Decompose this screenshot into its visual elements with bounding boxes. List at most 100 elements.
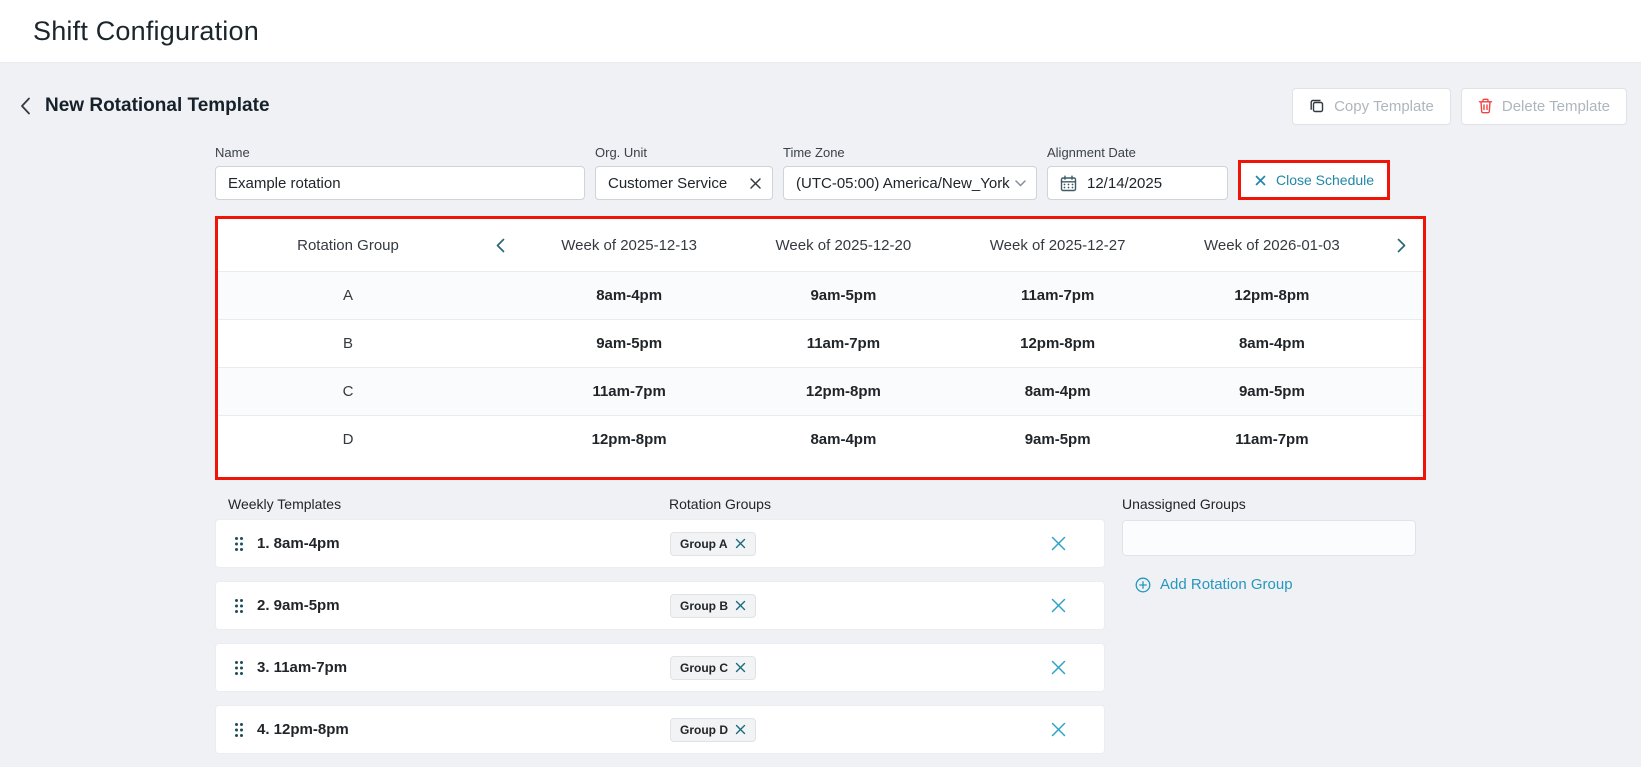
remove-template-button[interactable]: [1050, 597, 1104, 614]
group-chip: Group C: [670, 656, 756, 680]
remove-template-button[interactable]: [1050, 721, 1104, 738]
calendar-icon: [1060, 175, 1077, 192]
time-zone-select[interactable]: (UTC-05:00) America/New_York: [783, 166, 1037, 200]
week-header: Week of 2025-12-13: [522, 237, 736, 254]
group-chip: Group A: [670, 532, 756, 556]
page-title: Shift Configuration: [33, 16, 259, 47]
shift-cell: 8am-4pm: [1165, 335, 1379, 352]
add-rotation-group-label: Add Rotation Group: [1160, 576, 1293, 593]
weekly-template-title: 3. 11am-7pm: [257, 659, 347, 676]
group-chip-label: Group C: [680, 661, 728, 675]
alignment-date-label: Alignment Date: [1047, 145, 1228, 160]
alignment-date-field[interactable]: 12/14/2025: [1047, 166, 1228, 200]
shift-cell: 8am-4pm: [522, 287, 736, 304]
plus-circle-icon: [1135, 577, 1151, 593]
shift-cell: 11am-7pm: [736, 335, 950, 352]
unassigned-groups-dropzone[interactable]: [1122, 520, 1416, 556]
copy-template-label: Copy Template: [1334, 98, 1434, 115]
shift-cell: 12pm-8pm: [736, 383, 950, 400]
weekly-template-row: 1. 8am-4pm Group A: [215, 519, 1105, 568]
org-unit-label: Org. Unit: [595, 145, 773, 160]
org-unit-clear-button[interactable]: [749, 177, 762, 190]
chevron-down-icon: [1015, 180, 1026, 187]
alignment-date-value: 12/14/2025: [1087, 175, 1162, 192]
name-input[interactable]: [215, 166, 585, 200]
table-row: A 8am-4pm 9am-5pm 11am-7pm 12pm-8pm: [218, 271, 1423, 319]
week-header: Week of 2025-12-27: [951, 237, 1165, 254]
chip-remove-button[interactable]: [735, 724, 746, 735]
shift-cell: 12pm-8pm: [522, 431, 736, 448]
prev-week-button[interactable]: [496, 238, 505, 253]
chevron-right-icon: [1397, 238, 1406, 253]
group-chip-label: Group B: [680, 599, 728, 613]
close-x-icon: [1254, 174, 1267, 187]
chip-remove-button[interactable]: [735, 538, 746, 549]
drag-handle[interactable]: [234, 722, 244, 738]
shift-cell: 11am-7pm: [951, 287, 1165, 304]
page-body: New Rotational Template Copy Template De…: [0, 87, 1641, 767]
group-chip: Group B: [670, 594, 756, 618]
close-schedule-annotation: Close Schedule: [1238, 160, 1390, 200]
group-chip-label: Group A: [680, 537, 728, 551]
shift-cell: 12pm-8pm: [951, 335, 1165, 352]
close-schedule-button[interactable]: Close Schedule: [1241, 163, 1387, 197]
drag-handle[interactable]: [234, 598, 244, 614]
weekly-template-title: 4. 12pm-8pm: [257, 721, 349, 738]
delete-template-label: Delete Template: [1502, 98, 1610, 115]
group-chip: Group D: [670, 718, 756, 742]
template-form: Name Org. Unit Customer Service Time Zon…: [215, 145, 1426, 200]
shift-cell: 12pm-8pm: [1165, 287, 1379, 304]
copy-template-button[interactable]: Copy Template: [1292, 88, 1451, 125]
next-week-button[interactable]: [1397, 238, 1406, 253]
copy-icon: [1309, 98, 1325, 114]
remove-template-button[interactable]: [1050, 659, 1104, 676]
app-header: Shift Configuration: [0, 0, 1641, 63]
table-row: B 9am-5pm 11am-7pm 12pm-8pm 8am-4pm: [218, 319, 1423, 367]
time-zone-label: Time Zone: [783, 145, 1037, 160]
template-title: New Rotational Template: [45, 95, 270, 117]
close-schedule-label: Close Schedule: [1276, 172, 1374, 188]
chevron-left-icon: [496, 238, 505, 253]
template-toolbar: New Rotational Template Copy Template De…: [12, 87, 1627, 125]
back-button[interactable]: [20, 97, 31, 115]
week-header: Week of 2026-01-03: [1165, 237, 1379, 254]
chevron-left-icon: [20, 97, 31, 115]
clear-x-icon: [749, 177, 762, 190]
rotation-group-header: Rotation Group: [218, 237, 478, 254]
chip-remove-button[interactable]: [735, 662, 746, 673]
shift-cell: 8am-4pm: [951, 383, 1165, 400]
unassigned-groups-label: Unassigned Groups: [1122, 496, 1416, 512]
week-header: Week of 2025-12-20: [736, 237, 950, 254]
table-row: D 12pm-8pm 8am-4pm 9am-5pm 11am-7pm: [218, 415, 1423, 463]
chip-remove-button[interactable]: [735, 600, 746, 611]
weekly-template-title: 1. 8am-4pm: [257, 535, 340, 552]
shift-cell: 9am-5pm: [951, 431, 1165, 448]
delete-template-button[interactable]: Delete Template: [1461, 88, 1627, 125]
shift-cell: 9am-5pm: [1165, 383, 1379, 400]
drag-handle[interactable]: [234, 536, 244, 552]
shift-cell: 11am-7pm: [522, 383, 736, 400]
table-row: C 11am-7pm 12pm-8pm 8am-4pm 9am-5pm: [218, 367, 1423, 415]
weekly-template-title: 2. 9am-5pm: [257, 597, 340, 614]
time-zone-value: (UTC-05:00) America/New_York: [796, 175, 1010, 192]
group-letter: C: [218, 383, 478, 400]
org-unit-select[interactable]: Customer Service: [595, 166, 773, 200]
rotation-groups-label: Rotation Groups: [669, 496, 1105, 512]
unassigned-groups-section: Unassigned Groups Add Rotation Group: [1122, 496, 1416, 598]
group-letter: B: [218, 335, 478, 352]
weekly-templates-section: Weekly Templates Rotation Groups 1. 8am-…: [215, 496, 1105, 767]
drag-handle[interactable]: [234, 660, 244, 676]
shift-cell: 9am-5pm: [522, 335, 736, 352]
table-header-row: Rotation Group Week of 2025-12-13 Week o…: [218, 219, 1423, 271]
group-letter: A: [218, 287, 478, 304]
rotation-schedule-table: Rotation Group Week of 2025-12-13 Week o…: [215, 216, 1426, 480]
group-chip-label: Group D: [680, 723, 728, 737]
org-unit-value: Customer Service: [608, 175, 727, 192]
group-letter: D: [218, 431, 478, 448]
weekly-template-row: 4. 12pm-8pm Group D: [215, 705, 1105, 754]
remove-template-button[interactable]: [1050, 535, 1104, 552]
name-label: Name: [215, 145, 585, 160]
shift-cell: 11am-7pm: [1165, 431, 1379, 448]
add-rotation-group-link[interactable]: Add Rotation Group: [1135, 576, 1293, 593]
shift-cell: 9am-5pm: [736, 287, 950, 304]
